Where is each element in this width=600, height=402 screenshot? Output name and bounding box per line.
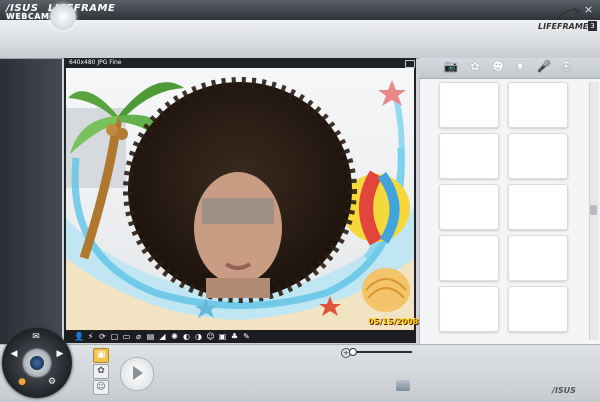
resolution-label: 640x480 JPG Fine [69, 59, 122, 66]
tool-icon[interactable]: ⌀ [134, 332, 143, 341]
tab-photo[interactable]: 📷 [444, 60, 458, 74]
header-bar [0, 20, 600, 59]
tool-icon[interactable]: ◐ [182, 332, 191, 341]
dial-settings-icon[interactable]: ⚙ [46, 376, 58, 388]
tool-icon[interactable]: ⟳ [98, 332, 107, 341]
tab-effects[interactable]: ✿ [468, 60, 482, 74]
tool-icon[interactable]: ◢ [158, 332, 167, 341]
thumbnail-slot[interactable] [508, 133, 568, 179]
bottom-bar [0, 344, 600, 402]
thumbnail-slot[interactable] [439, 133, 499, 179]
webcam-label: WEBCAM [6, 12, 50, 21]
tab-face[interactable]: ☻ [491, 60, 505, 74]
close-button[interactable]: × [582, 3, 595, 16]
tab-audio[interactable]: 🎤 [537, 60, 551, 74]
scrollbar-thumb[interactable] [590, 205, 597, 215]
tab-view[interactable]: 👁 [559, 60, 573, 74]
zoom-slider[interactable] [352, 351, 412, 353]
dial-record-icon[interactable]: ● [16, 376, 28, 388]
camera-lens-icon [30, 356, 44, 370]
dial-left-icon[interactable]: ◀ [8, 348, 20, 360]
tool-icon[interactable]: ♣ [230, 332, 239, 341]
thumbnail-slot[interactable] [439, 286, 499, 332]
tool-icon[interactable]: ◑ [194, 332, 203, 341]
tool-icon[interactable]: ✎ [242, 332, 251, 341]
thumbnail-slot[interactable] [508, 82, 568, 128]
left-decor-strip [0, 59, 62, 344]
camera-status-icon [405, 60, 415, 68]
tool-icon[interactable]: ✺ [170, 332, 179, 341]
thumbnail-slot[interactable] [508, 235, 568, 281]
thumbnail-slot[interactable] [439, 235, 499, 281]
thumbnail-slot[interactable] [439, 82, 499, 128]
mode-effects-button[interactable]: ✿ [93, 364, 109, 379]
lifeframe-arc-icon [557, 7, 582, 20]
tool-row: 👤 ⚡ ⟳ ▢ ▭ ⌀ ▤ ◢ ✺ ◐ ◑ ☺ ▣ ♣ ✎ [74, 332, 254, 341]
version-badge: 3 [588, 21, 597, 31]
mode-face-button[interactable]: ☺ [93, 380, 109, 395]
preview-image [66, 68, 414, 330]
thumbnail-slot[interactable] [508, 286, 568, 332]
mode-photo-button[interactable]: ▣ [93, 348, 109, 363]
play-icon [133, 366, 143, 380]
tool-icon[interactable]: ⚡ [86, 332, 95, 341]
footer-logo: /ISUS [552, 386, 576, 395]
thumbnail-slot[interactable] [439, 184, 499, 230]
dial-right-icon[interactable]: ▶ [54, 348, 66, 360]
tool-icon[interactable]: ☺ [206, 332, 215, 341]
sparkle-icon [50, 4, 76, 30]
date-stamp: 05/15/2008 [368, 317, 419, 326]
tool-icon[interactable]: ▣ [218, 332, 227, 341]
zoom-slider-knob[interactable] [349, 348, 357, 356]
lifeframe-logo: LIFEFRAME [538, 22, 589, 31]
thumbnail-slot[interactable] [508, 184, 568, 230]
tool-icon[interactable]: ▤ [146, 332, 155, 341]
tab-frames[interactable]: ♜ [513, 60, 527, 74]
tool-icon[interactable]: ▢ [110, 332, 119, 341]
tool-icon[interactable]: ▭ [122, 332, 131, 341]
folder-icon[interactable] [396, 380, 410, 391]
dial-top-icon[interactable]: ✉ [30, 331, 42, 343]
tool-icon[interactable]: 👤 [74, 332, 84, 341]
